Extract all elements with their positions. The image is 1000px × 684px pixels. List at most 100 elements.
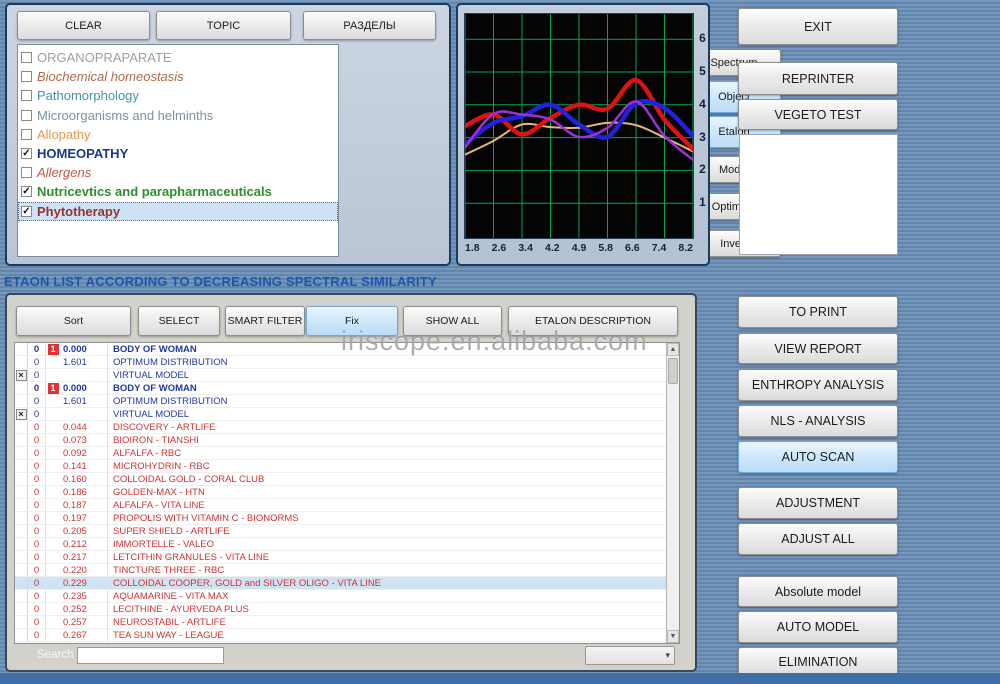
etalon-row[interactable]: 01.601OPTIMUM DISTRIBUTION [15, 356, 679, 369]
auto-model-button[interactable]: AUTO MODEL [738, 611, 898, 643]
search-input[interactable] [77, 647, 224, 664]
etalon-row[interactable]: 00.235AQUAMARINE - VITA MAX [15, 590, 679, 603]
exclude-cell[interactable] [15, 356, 28, 368]
fix-button[interactable]: Fix [306, 306, 398, 336]
exclude-cell[interactable] [15, 343, 28, 355]
etalon-row[interactable]: 00.205SUPER SHIELD - ARTLIFE [15, 525, 679, 538]
exclude-cell[interactable] [15, 447, 28, 459]
exclude-cell[interactable] [15, 395, 28, 407]
exclude-cell[interactable] [15, 603, 28, 615]
exclude-cell[interactable] [15, 434, 28, 446]
sections-button[interactable]: РАЗДЕЛЫ [303, 11, 436, 40]
etalon-row[interactable]: 01.601OPTIMUM DISTRIBUTION [15, 395, 679, 408]
exclude-cell[interactable] [15, 564, 28, 576]
exclude-cell[interactable] [15, 473, 28, 485]
checkbox-icon[interactable] [21, 71, 32, 82]
exclude-cell[interactable] [15, 382, 28, 394]
show-all-button[interactable]: SHOW ALL [403, 306, 502, 336]
etalon-row[interactable]: 00.044DISCOVERY - ARTLIFE [15, 421, 679, 434]
checkbox-icon[interactable] [21, 52, 32, 63]
exclude-cell[interactable] [15, 577, 28, 589]
category-item-biochemical-homeostasis[interactable]: Biochemical homeostasis [18, 67, 338, 86]
table-scrollbar[interactable]: ▲ ▼ [666, 343, 679, 643]
checkbox-icon[interactable] [21, 90, 32, 101]
exclude-cell[interactable] [15, 616, 28, 628]
exclude-cell[interactable] [15, 512, 28, 524]
etalon-row[interactable]: ×0VIRTUAL MODEL [15, 369, 679, 382]
category-label: Nutricevtics and parapharmaceuticals [37, 184, 272, 199]
count-cell: 0 [28, 629, 46, 641]
reprinter-button[interactable]: REPRINTER [738, 62, 898, 95]
topic-button[interactable]: TOPIC [156, 11, 291, 40]
etalon-description-button[interactable]: ETALON DESCRIPTION [508, 306, 678, 336]
exclude-cell[interactable] [15, 486, 28, 498]
category-item-microorganisms-and-helminths[interactable]: Microorganisms and helminths [18, 106, 338, 125]
adjust-all-button-label: ADJUST ALL [781, 532, 854, 546]
etalon-row[interactable]: 010.000BODY OF WOMAN [15, 343, 679, 356]
scroll-up-icon[interactable]: ▲ [667, 343, 679, 356]
etalon-table[interactable]: 010.000BODY OF WOMAN01.601OPTIMUM DISTRI… [14, 342, 680, 644]
etalon-row[interactable]: 00.092ALFALFA - RBC [15, 447, 679, 460]
etalon-row[interactable]: ×0VIRTUAL MODEL [15, 408, 679, 421]
etalon-row[interactable]: 00.217LETCITHIN GRANULES - VITA LINE [15, 551, 679, 564]
etalon-row[interactable]: 00.073BIOIRON - TIANSHI [15, 434, 679, 447]
exclude-cell[interactable] [15, 551, 28, 563]
category-item-pathomorphology[interactable]: Pathomorphology [18, 86, 338, 105]
category-item-phytotherapy[interactable]: ✓Phytotherapy [18, 202, 338, 221]
etalon-row[interactable]: 00.229COLLOIDAL COOPER, GOLD and SILVER … [15, 577, 679, 590]
exclude-cell[interactable] [15, 460, 28, 472]
exclude-cell[interactable] [15, 590, 28, 602]
etalon-row[interactable]: 010.000BODY OF WOMAN [15, 382, 679, 395]
filter-dropdown[interactable]: ▾ [585, 646, 675, 665]
absolute-model-button[interactable]: Absolute model [738, 576, 898, 607]
category-item-nutricevtics-and-parapharmaceuticals[interactable]: ✓ Nutricevtics and parapharmaceuticals [18, 182, 338, 201]
category-item-allopathy[interactable]: Allopathy [18, 125, 338, 144]
etalon-row[interactable]: 00.197PROPOLIS WITH VITAMIN C - BIONORMS [15, 512, 679, 525]
checkbox-icon[interactable] [21, 129, 32, 140]
etalon-row[interactable]: 00.141MICROHYDRIN - RBC [15, 460, 679, 473]
etalon-row[interactable]: 00.160COLLOIDAL GOLD - CORAL CLUB [15, 473, 679, 486]
vegeto-test-button[interactable]: VEGETO TEST [738, 99, 898, 130]
exit-button[interactable]: EXIT [738, 8, 898, 45]
exclude-cell[interactable] [15, 499, 28, 511]
category-listbox[interactable]: ORGANOPRAPARATEBiochemical homeostasisPa… [17, 44, 339, 257]
similarity-value: 0.092 [60, 447, 108, 459]
select-button[interactable]: SELECT [138, 306, 220, 336]
etalon-row[interactable]: 00.220TINCTURE THREE - RBC [15, 564, 679, 577]
etalon-row[interactable]: 00.212IMMORTELLE - VALEO [15, 538, 679, 551]
adjust-all-button[interactable]: ADJUST ALL [738, 523, 898, 555]
view-report-button[interactable]: VIEW REPORT [738, 333, 898, 364]
category-item-organopraparate[interactable]: ORGANOPRAPARATE [18, 48, 338, 67]
etalon-row[interactable]: 00.186GOLDEN-MAX - HTN [15, 486, 679, 499]
scrollbar-thumb[interactable] [668, 358, 678, 384]
exclude-cell[interactable]: × [15, 408, 28, 420]
exclude-cell[interactable] [15, 629, 28, 641]
clear-button[interactable]: CLEAR [17, 11, 150, 40]
enthropy-analysis-button[interactable]: ENTHROPY ANALYSIS [738, 369, 898, 401]
sort-button[interactable]: Sort [16, 306, 131, 336]
exclude-cell[interactable] [15, 538, 28, 550]
checkbox-checked-icon[interactable]: ✓ [21, 148, 32, 159]
etalon-row[interactable]: 00.252LECITHINE - AYURVEDA PLUS [15, 603, 679, 616]
nls-analysis-button[interactable]: NLS - ANALYSIS [738, 405, 898, 437]
exclude-cell[interactable]: × [15, 369, 28, 381]
smart-filter-button[interactable]: SMART FILTER [225, 306, 305, 336]
checkbox-checked-icon[interactable]: ✓ [21, 206, 32, 217]
category-item-homeopathy[interactable]: ✓HOMEOPATHY [18, 144, 338, 163]
chevron-down-icon: ▾ [665, 650, 670, 661]
checkbox-icon[interactable] [21, 167, 32, 178]
checkbox-checked-icon[interactable]: ✓ [21, 186, 32, 197]
etalon-row[interactable]: 00.257NEUROSTABIL - ARTLIFE [15, 616, 679, 629]
auto-scan-button[interactable]: AUTO SCAN [738, 441, 898, 473]
exclude-cell[interactable] [15, 421, 28, 433]
exclude-x-icon[interactable]: × [16, 409, 27, 420]
to-print-button[interactable]: TO PRINT [738, 296, 898, 328]
etalon-row[interactable]: 00.187ALFALFA - VITA LINE [15, 499, 679, 512]
etalon-row[interactable]: 00.267TEA SUN WAY - LEAGUE [15, 629, 679, 642]
checkbox-icon[interactable] [21, 110, 32, 121]
scroll-down-icon[interactable]: ▼ [667, 630, 679, 643]
adjustment-button[interactable]: ADJUSTMENT [738, 487, 898, 519]
exclude-x-icon[interactable]: × [16, 370, 27, 381]
category-item-allergens[interactable]: Allergens [18, 163, 338, 182]
exclude-cell[interactable] [15, 525, 28, 537]
